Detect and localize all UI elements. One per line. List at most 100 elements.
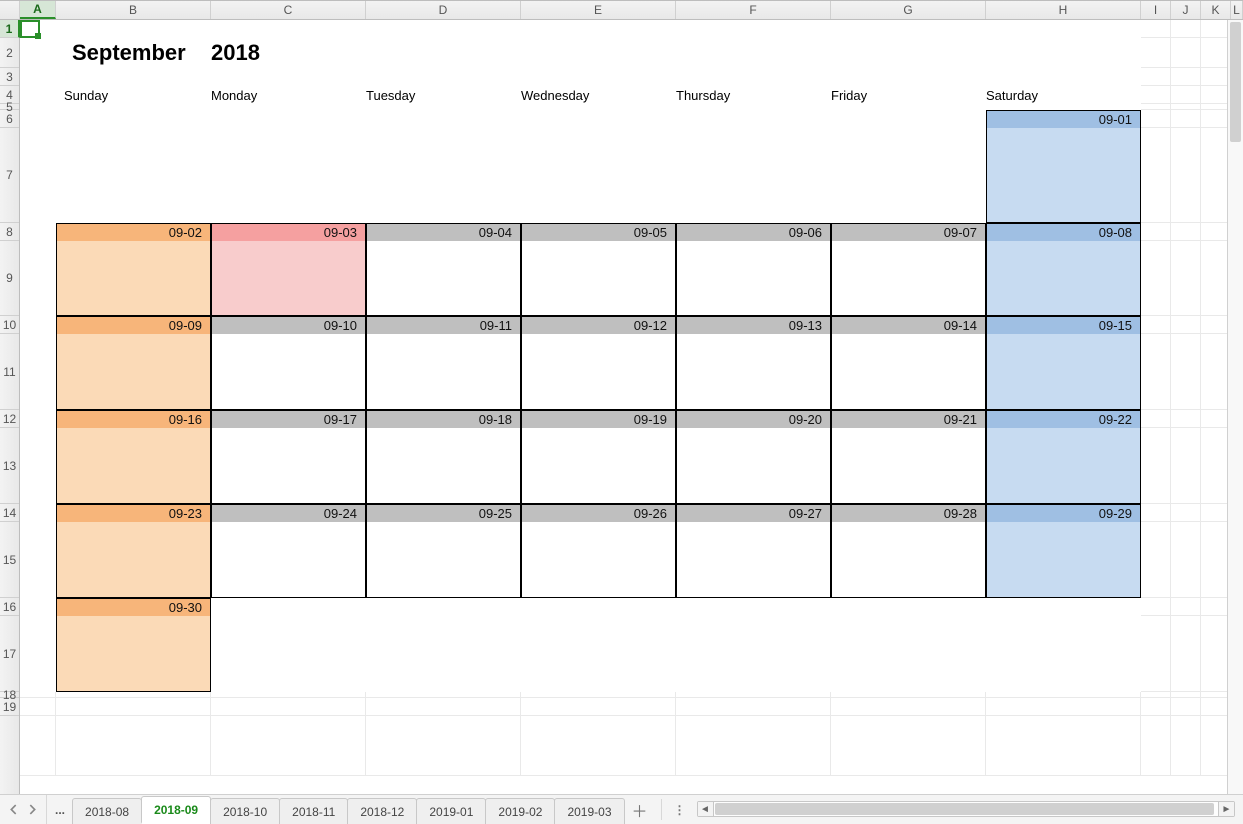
- calendar-date-body[interactable]: [211, 334, 366, 410]
- calendar-date-body[interactable]: [211, 428, 366, 504]
- calendar-date-body[interactable]: [986, 428, 1141, 504]
- row-header[interactable]: 2: [0, 38, 19, 68]
- calendar-date-header[interactable]: 09-06: [676, 223, 831, 241]
- row-header[interactable]: 8: [0, 223, 19, 241]
- calendar-date-body[interactable]: [56, 334, 211, 410]
- hscroll-left-button[interactable]: ◄: [698, 802, 714, 816]
- row-header[interactable]: 6: [0, 110, 19, 128]
- calendar-date-header[interactable]: 09-25: [366, 504, 521, 522]
- calendar-date-header[interactable]: 09-22: [986, 410, 1141, 428]
- calendar-date-body[interactable]: [986, 128, 1141, 223]
- calendar-date-header[interactable]: 09-14: [831, 316, 986, 334]
- calendar-date-body[interactable]: [521, 334, 676, 410]
- calendar-date-body[interactable]: [366, 334, 521, 410]
- vertical-scroll-thumb[interactable]: [1230, 22, 1241, 142]
- vertical-scrollbar[interactable]: [1227, 20, 1243, 794]
- sheet-tab[interactable]: 2018-12: [347, 798, 417, 824]
- calendar-date-body[interactable]: [831, 428, 986, 504]
- column-header[interactable]: L: [1231, 1, 1243, 19]
- sheet-tab[interactable]: 2018-08: [72, 798, 142, 824]
- calendar-date-header[interactable]: 09-09: [56, 316, 211, 334]
- row-header[interactable]: 7: [0, 128, 19, 223]
- calendar-date-header[interactable]: 09-19: [521, 410, 676, 428]
- calendar-date-header[interactable]: 09-18: [366, 410, 521, 428]
- column-header[interactable]: K: [1201, 1, 1231, 19]
- calendar-date-header[interactable]: 09-12: [521, 316, 676, 334]
- calendar-date-body[interactable]: [831, 522, 986, 598]
- calendar-date-body[interactable]: [56, 522, 211, 598]
- calendar-date-header[interactable]: 09-01: [986, 110, 1141, 128]
- worksheet-cells[interactable]: September2018SundayMondayTuesdayWednesda…: [20, 20, 1243, 794]
- row-header[interactable]: 1: [0, 20, 20, 38]
- column-header[interactable]: F: [676, 1, 831, 19]
- row-header[interactable]: 9: [0, 241, 19, 316]
- calendar-date-body[interactable]: [56, 616, 211, 692]
- horizontal-scrollbar[interactable]: ◄ ►: [697, 801, 1236, 817]
- row-header[interactable]: 3: [0, 68, 19, 86]
- hscroll-right-button[interactable]: ►: [1218, 802, 1234, 816]
- calendar-date-header[interactable]: 09-16: [56, 410, 211, 428]
- calendar-date-body[interactable]: [56, 428, 211, 504]
- row-header[interactable]: 17: [0, 616, 19, 692]
- tab-options-button[interactable]: ⋮: [668, 795, 693, 824]
- calendar-date-body[interactable]: [676, 428, 831, 504]
- calendar-date-header[interactable]: 09-23: [56, 504, 211, 522]
- sheet-tab[interactable]: 2018-11: [279, 798, 348, 824]
- column-header[interactable]: G: [831, 1, 986, 19]
- calendar-date-body[interactable]: [831, 334, 986, 410]
- column-header[interactable]: B: [56, 1, 211, 19]
- calendar-date-body[interactable]: [676, 334, 831, 410]
- calendar-date-body[interactable]: [676, 241, 831, 316]
- calendar-date-body[interactable]: [521, 241, 676, 316]
- calendar-date-body[interactable]: [986, 241, 1141, 316]
- calendar-date-body[interactable]: [366, 241, 521, 316]
- sheet-tab[interactable]: 2018-10: [210, 798, 280, 824]
- calendar-date-header[interactable]: 09-10: [211, 316, 366, 334]
- calendar-date-body[interactable]: [676, 522, 831, 598]
- column-header[interactable]: A: [20, 1, 56, 19]
- row-header[interactable]: 15: [0, 522, 19, 598]
- column-header[interactable]: J: [1171, 1, 1201, 19]
- hscroll-thumb[interactable]: [715, 803, 1215, 815]
- calendar-date-body[interactable]: [211, 241, 366, 316]
- column-header[interactable]: D: [366, 1, 521, 19]
- calendar-date-body[interactable]: [986, 522, 1141, 598]
- row-header[interactable]: 12: [0, 410, 19, 428]
- calendar-date-header[interactable]: 09-07: [831, 223, 986, 241]
- calendar-date-header[interactable]: 09-26: [521, 504, 676, 522]
- calendar-date-header[interactable]: 09-17: [211, 410, 366, 428]
- column-header[interactable]: H: [986, 1, 1141, 19]
- calendar-date-header[interactable]: 09-29: [986, 504, 1141, 522]
- calendar-date-body[interactable]: [366, 428, 521, 504]
- calendar-date-header[interactable]: 09-08: [986, 223, 1141, 241]
- sheet-tab[interactable]: 2019-02: [485, 798, 555, 824]
- tab-nav-buttons[interactable]: [0, 795, 47, 824]
- calendar-date-body[interactable]: [211, 522, 366, 598]
- sheet-tab[interactable]: 2019-03: [554, 798, 624, 824]
- calendar-date-body[interactable]: [56, 241, 211, 316]
- row-header[interactable]: 16: [0, 598, 19, 616]
- calendar-date-header[interactable]: 09-02: [56, 223, 211, 241]
- calendar-date-header[interactable]: 09-30: [56, 598, 211, 616]
- tab-overflow-ellipsis[interactable]: ...: [47, 795, 73, 824]
- calendar-date-body[interactable]: [521, 428, 676, 504]
- calendar-date-header[interactable]: 09-21: [831, 410, 986, 428]
- calendar-date-header[interactable]: 09-04: [366, 223, 521, 241]
- calendar-date-header[interactable]: 09-27: [676, 504, 831, 522]
- calendar-date-body[interactable]: [831, 241, 986, 316]
- column-header[interactable]: C: [211, 1, 366, 19]
- sheet-tab[interactable]: 2018-09: [141, 796, 211, 824]
- row-header[interactable]: 14: [0, 504, 19, 522]
- row-header[interactable]: 19: [0, 698, 19, 716]
- calendar-date-header[interactable]: 09-03: [211, 223, 366, 241]
- calendar-date-header[interactable]: 09-24: [211, 504, 366, 522]
- calendar-date-header[interactable]: 09-11: [366, 316, 521, 334]
- column-header[interactable]: I: [1141, 1, 1171, 19]
- row-header[interactable]: 11: [0, 334, 19, 410]
- calendar-date-body[interactable]: [366, 522, 521, 598]
- calendar-date-body[interactable]: [521, 522, 676, 598]
- calendar-date-header[interactable]: 09-20: [676, 410, 831, 428]
- calendar-date-header[interactable]: 09-28: [831, 504, 986, 522]
- calendar-date-header[interactable]: 09-05: [521, 223, 676, 241]
- row-header[interactable]: 13: [0, 428, 19, 504]
